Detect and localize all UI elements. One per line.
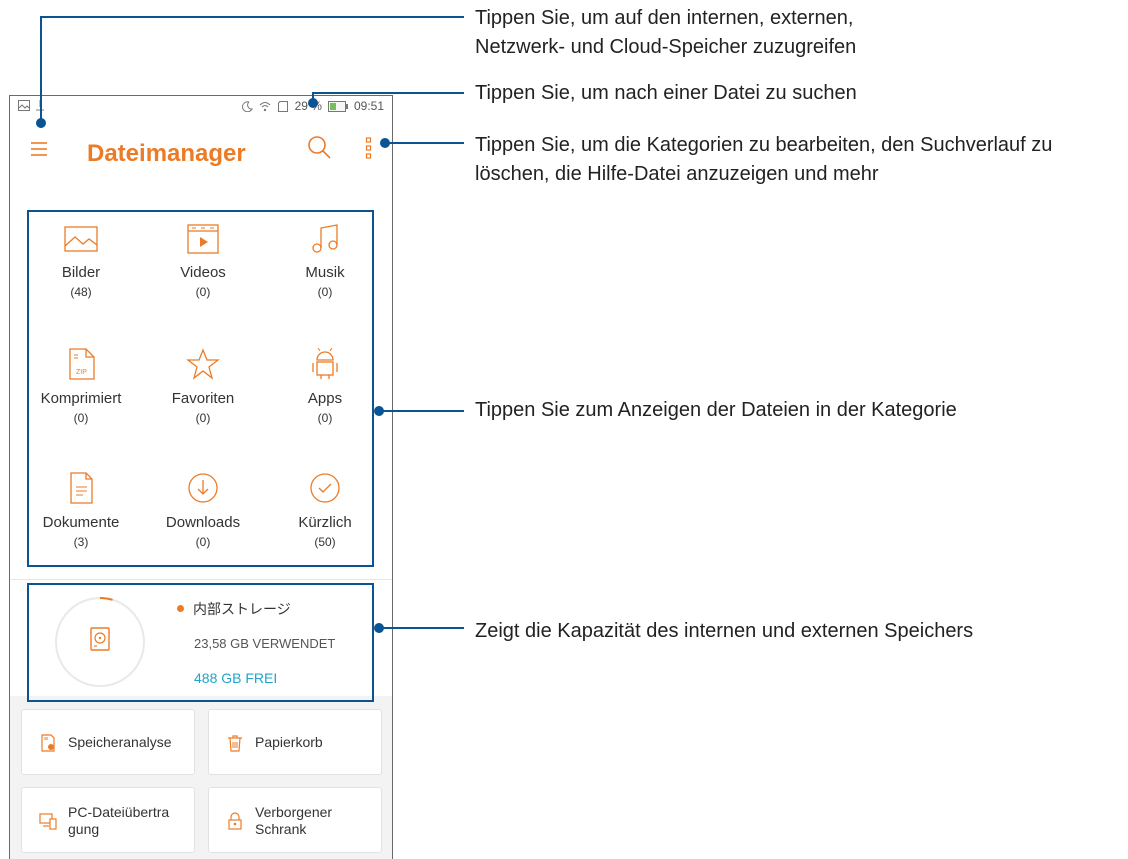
annotation-line: Tippen Sie, um auf den internen, externe… — [475, 7, 854, 29]
callout-line — [379, 410, 464, 412]
callout-line — [40, 16, 464, 18]
clock-time: 09:51 — [353, 99, 384, 113]
tool-label-line: PC-Dateiübertra gung — [68, 804, 170, 837]
annotation-line: Tippen Sie zum Anzeigen der Dateien in d… — [475, 399, 957, 421]
tool-label: PC-Dateiübertra gung — [68, 804, 180, 838]
wifi-icon — [259, 101, 270, 111]
hidden-cabinet-button[interactable]: Verborgener Schrank — [208, 787, 382, 853]
sd-card-icon — [277, 100, 288, 112]
annotation-storage-access: Tippen Sie, um auf den internen, externe… — [475, 4, 856, 62]
trash-button[interactable]: Papierkorb — [208, 709, 382, 775]
callout-line — [379, 627, 464, 629]
annotation-line: Tippen Sie, um die Kategorien zu bearbei… — [475, 134, 1053, 156]
search-icon[interactable] — [306, 134, 332, 160]
trash-icon — [228, 735, 242, 752]
app-bar: Dateimanager — [10, 118, 392, 182]
annotation-search: Tippen Sie, um nach einer Datei zu suche… — [475, 79, 857, 108]
pc-transfer-icon — [39, 813, 57, 830]
annotation-line: löschen, die Hilfe-Datei anzuzeigen und … — [475, 163, 879, 185]
battery-icon — [327, 100, 348, 112]
storage-analysis-button[interactable]: Speicheranalyse — [21, 709, 195, 775]
tool-label-line: Verborgener Schrank — [255, 804, 333, 837]
categories-highlight — [27, 210, 374, 567]
callout-line — [313, 92, 464, 94]
lock-icon — [228, 812, 242, 830]
tool-label: Verborgener Schrank — [255, 804, 335, 838]
hamburger-menu-icon[interactable] — [28, 138, 50, 160]
pc-transfer-button[interactable]: PC-Dateiübertra gung — [21, 787, 195, 853]
annotation-categories: Tippen Sie zum Anzeigen der Dateien in d… — [475, 396, 957, 425]
divider — [10, 579, 392, 580]
callout-line — [40, 16, 42, 122]
status-bar: 29 % 09:51 — [10, 96, 392, 118]
app-title: Dateimanager — [87, 140, 246, 167]
more-vertical-icon[interactable] — [362, 136, 376, 160]
tool-label: Papierkorb — [255, 734, 323, 750]
annotation-more-options: Tippen Sie, um die Kategorien zu bearbei… — [475, 131, 1052, 189]
annotation-line: Tippen Sie, um nach einer Datei zu suche… — [475, 82, 857, 104]
gallery-notification-icon — [18, 100, 30, 111]
annotation-line: Netzwerk- und Cloud-Speicher zuzugreifen — [475, 36, 857, 58]
storage-highlight — [27, 583, 374, 702]
annotation-storage-capacity: Zeigt die Kapazität des internen und ext… — [475, 617, 973, 646]
tool-label: Speicheranalyse — [68, 734, 172, 750]
storage-analysis-icon — [41, 734, 55, 752]
callout-line — [385, 142, 464, 144]
callout-line — [312, 92, 314, 100]
annotation-line: Zeigt die Kapazität des internen und ext… — [475, 620, 974, 642]
alarm-icon — [241, 100, 253, 112]
